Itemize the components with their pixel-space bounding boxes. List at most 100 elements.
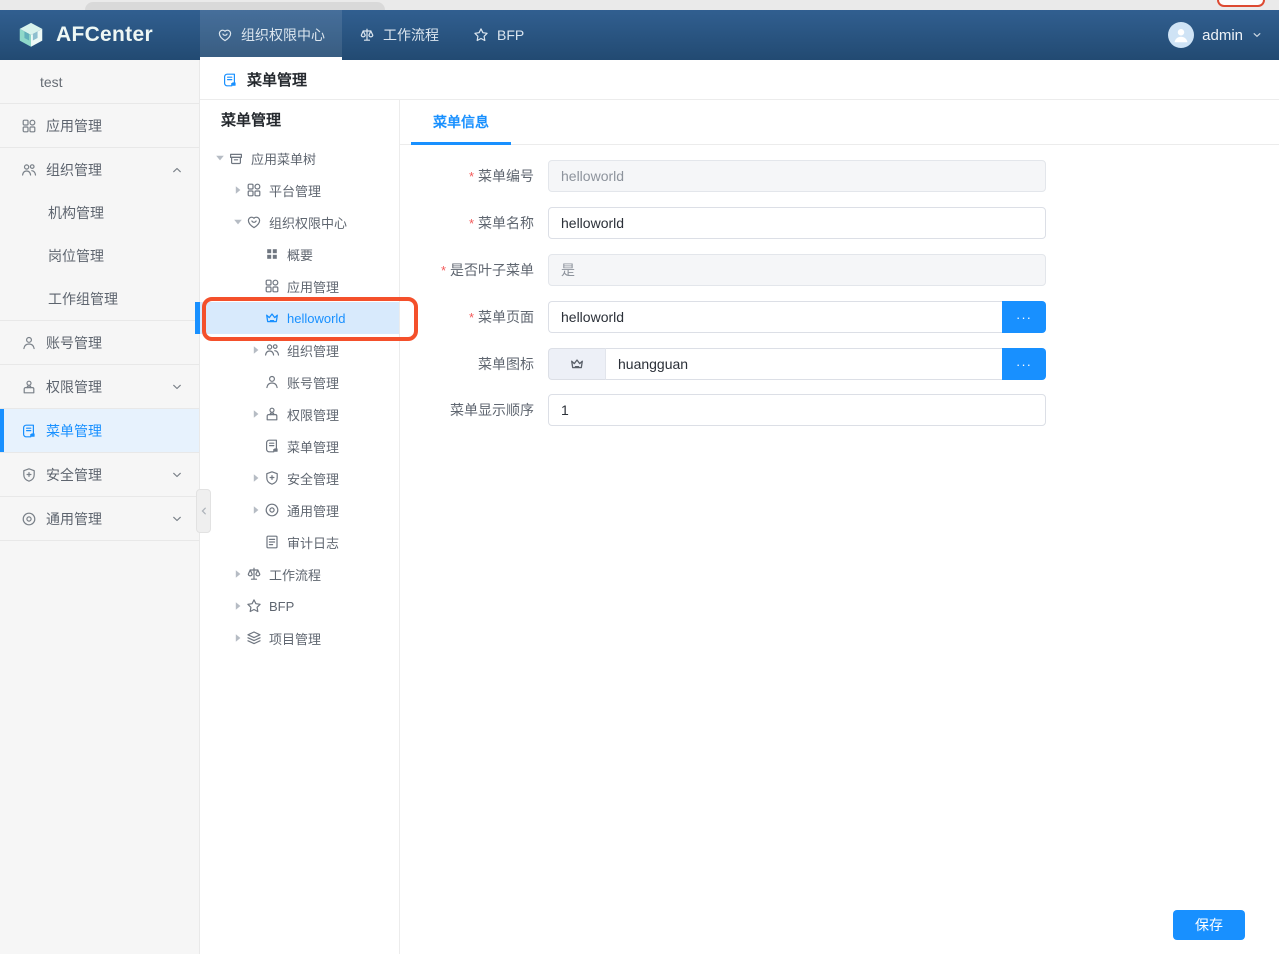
sidebar-item-label: 安全管理 <box>46 465 102 485</box>
page-title: 菜单管理 <box>247 69 307 90</box>
nav-tab-org-permission-center[interactable]: 组织权限中心 <box>200 10 342 60</box>
menu-info-form: *菜单编号*菜单名称*是否叶子菜单*菜单页面···菜单图标···菜单显示顺序 <box>400 145 1279 440</box>
sidebar-item-permission-management[interactable]: 权限管理 <box>0 365 199 408</box>
username: admin <box>1202 27 1243 44</box>
tree-node-helloworld[interactable]: helloworld <box>200 302 399 334</box>
tree-node-label: 概要 <box>287 245 313 264</box>
field-label-text: 菜单显示顺序 <box>450 402 534 418</box>
field-label-menu-code: *菜单编号 <box>400 160 548 193</box>
tree-node-permission-management[interactable]: 权限管理 <box>200 398 399 430</box>
tree-node-audit-log[interactable]: 审计日志 <box>200 526 399 558</box>
tree-node-project-management[interactable]: 项目管理 <box>200 622 399 654</box>
sidebar-item-menu-management[interactable]: 菜单管理 <box>0 409 199 452</box>
tree-node-account-management[interactable]: 账号管理 <box>200 366 399 398</box>
sidebar-item-app-management[interactable]: 应用管理 <box>0 104 199 147</box>
tree-node-general-management[interactable]: 通用管理 <box>200 494 399 526</box>
nav-tab-label: 组织权限中心 <box>241 25 325 45</box>
people-icon <box>264 342 280 358</box>
menu-page-input[interactable] <box>548 301 1002 333</box>
required-asterisk: * <box>441 263 446 278</box>
sidebar-item-label: 工作组管理 <box>48 289 118 309</box>
top-navbar: AFCenter 组织权限中心工作流程 BFP admin <box>0 10 1279 60</box>
sidebar-item-security-management[interactable]: 安全管理 <box>0 453 199 496</box>
field-label-text: 菜单编号 <box>478 168 534 184</box>
heart-smile-icon <box>217 27 233 43</box>
caret-right-icon[interactable] <box>230 630 246 646</box>
sidebar-item-label: 应用管理 <box>46 116 102 136</box>
tab-menu-info[interactable]: 菜单信息 <box>411 100 511 144</box>
sidebar-collapse-handle[interactable] <box>196 489 211 533</box>
tree-node-label: 组织权限中心 <box>269 213 347 232</box>
tree-node-bfp[interactable]: BFP <box>200 590 399 622</box>
caret-right-icon[interactable] <box>230 566 246 582</box>
sidebar-item-position-management[interactable]: 岗位管理 <box>0 234 199 277</box>
shield-plus-icon <box>264 470 280 486</box>
user-menu[interactable]: admin <box>1168 10 1279 60</box>
chevron-down-icon <box>171 469 183 481</box>
caret-right-icon[interactable] <box>230 598 246 614</box>
sidebar-item-institution-management[interactable]: 机构管理 <box>0 191 199 234</box>
tree-node-app-management[interactable]: 应用管理 <box>200 270 399 302</box>
menu-icon-input[interactable] <box>606 348 1002 380</box>
nav-tab-bfp[interactable]: BFP <box>456 10 541 60</box>
tree-node-label: 工作流程 <box>269 565 321 584</box>
tree-node-label: 权限管理 <box>287 405 339 424</box>
form-row-menu-icon: 菜单图标··· <box>400 348 1279 380</box>
app-root: AFCenter 组织权限中心工作流程BFP admin test应用管理组织管… <box>0 0 1279 954</box>
sidebar-item-workgroup-management[interactable]: 工作组管理 <box>0 277 199 320</box>
field-control-menu-display-order <box>548 394 1046 426</box>
panes: 菜单管理 应用菜单树平台管理组织权限中心概要应用管理helloworld组织管理… <box>200 100 1279 954</box>
sidebar: test 应用管理组织管理机构管理岗位管理工作组管理账号管理权限管理菜单管理安全管… <box>0 60 200 954</box>
tree-panel-title: 菜单管理 <box>200 100 399 142</box>
sidebar-item-account-management[interactable]: 账号管理 <box>0 321 199 364</box>
tree-node-workflow[interactable]: 工作流程 <box>200 558 399 590</box>
recording-indicator <box>1217 0 1265 7</box>
menu-name-input[interactable] <box>548 207 1046 239</box>
menu-tree-panel: 菜单管理 应用菜单树平台管理组织权限中心概要应用管理helloworld组织管理… <box>200 100 400 954</box>
is-leaf-menu-input <box>548 254 1046 286</box>
caret-right-icon[interactable] <box>248 342 264 358</box>
archive-icon <box>228 150 244 166</box>
tree-node-platform-management[interactable]: 平台管理 <box>200 174 399 206</box>
sidebar-item-label: 菜单管理 <box>46 421 102 441</box>
avatar <box>1168 22 1194 48</box>
caret-down-icon[interactable] <box>230 214 246 230</box>
caret-right-icon[interactable] <box>248 406 264 422</box>
sidebar-item-test[interactable]: test <box>0 60 199 103</box>
tree-node-org-permission-center[interactable]: 组织权限中心 <box>200 206 399 238</box>
field-label-menu-page: *菜单页面 <box>400 301 548 334</box>
menu-display-order-input[interactable] <box>548 394 1046 426</box>
caret-right-icon[interactable] <box>248 470 264 486</box>
tree-node-org-management[interactable]: 组织管理 <box>200 334 399 366</box>
sidebar-item-general-management[interactable]: 通用管理 <box>0 497 199 540</box>
sidebar-group-security-management: 安全管理 <box>0 453 199 497</box>
sidebar-item-org-management[interactable]: 组织管理 <box>0 148 199 191</box>
brand[interactable]: AFCenter <box>0 10 200 60</box>
caret-down-icon[interactable] <box>212 150 228 166</box>
sidebar-item-label: test <box>40 74 63 90</box>
field-label-text: 是否叶子菜单 <box>450 262 534 278</box>
tree-node-overview[interactable]: 概要 <box>200 238 399 270</box>
tree-node-security-management[interactable]: 安全管理 <box>200 462 399 494</box>
field-control-menu-name <box>548 207 1046 240</box>
field-label-is-leaf-menu: * 是否叶子菜单 <box>400 254 548 287</box>
caret-right-icon[interactable] <box>230 182 246 198</box>
crown-icon <box>264 310 280 326</box>
nav-tab-label: BFP <box>497 27 524 43</box>
sidebar-group-account-management: 账号管理 <box>0 321 199 365</box>
chevron-down-icon <box>1251 29 1263 41</box>
caret-right-icon[interactable] <box>248 502 264 518</box>
nav-tabs: 组织权限中心工作流程 BFP <box>200 10 541 60</box>
appgrid-icon <box>21 118 37 134</box>
menu-page-picker-button[interactable]: ··· <box>1002 301 1046 333</box>
menu-tree: 应用菜单树平台管理组织权限中心概要应用管理helloworld组织管理账号管理权… <box>200 142 399 654</box>
save-button[interactable]: 保存 <box>1173 910 1245 940</box>
tree-node-label: 安全管理 <box>287 469 339 488</box>
sidebar-group-general-management: 通用管理 <box>0 497 199 541</box>
shield-plus-icon <box>21 467 37 483</box>
tree-node-menu-management[interactable]: 菜单管理 <box>200 430 399 462</box>
tree-node-app-menu-tree[interactable]: 应用菜单树 <box>200 142 399 174</box>
menu-doc-icon <box>264 438 280 454</box>
menu-icon-picker-button[interactable]: ··· <box>1002 348 1046 380</box>
nav-tab-workflow[interactable]: 工作流程 <box>342 10 456 60</box>
